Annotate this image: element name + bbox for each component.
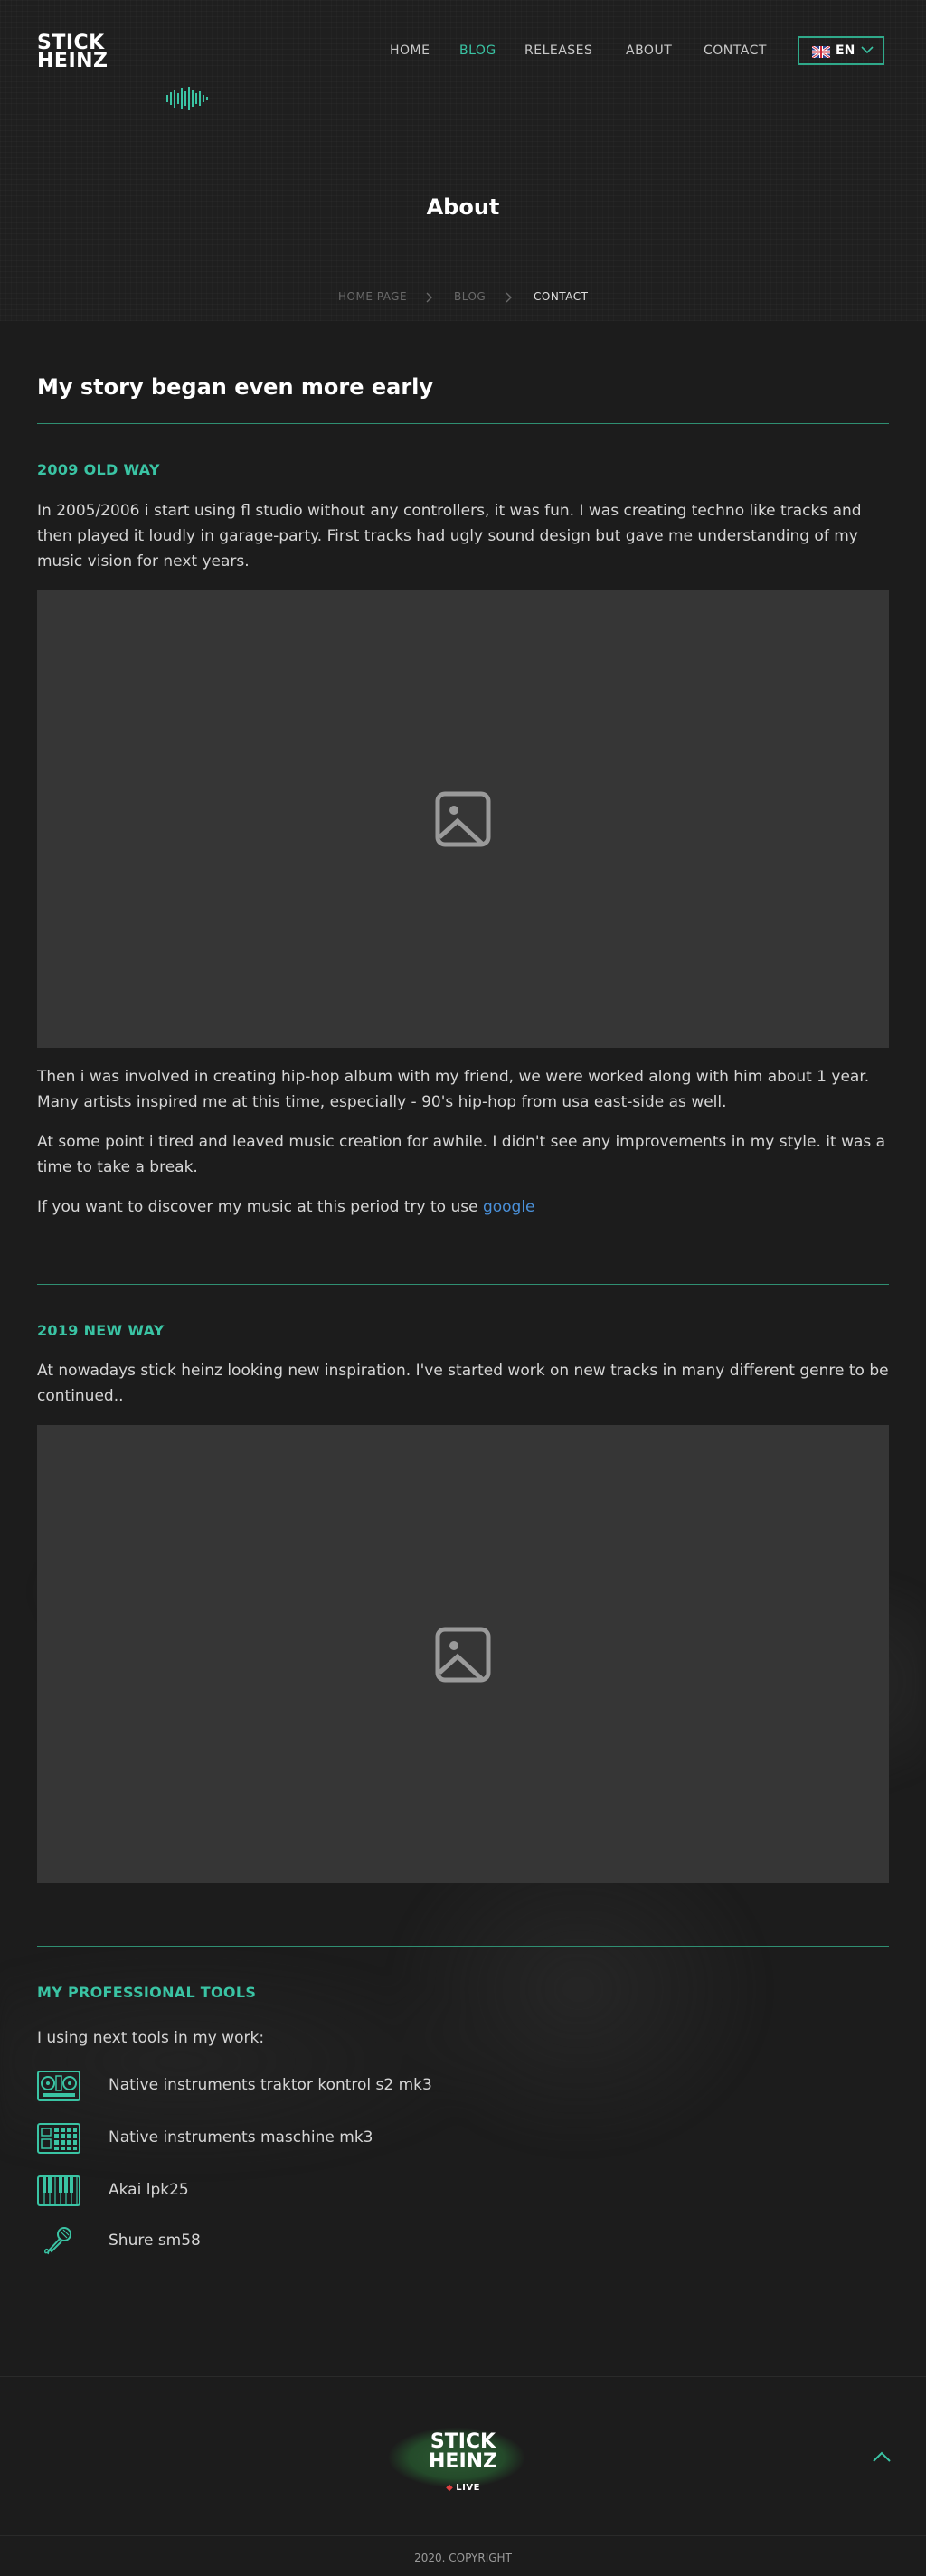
section-title-new-way: 2019 NEW WAY [37,1322,165,1339]
tool-label: Native instruments maschine mk3 [109,2128,373,2147]
nav-contact[interactable]: CONTACT [704,43,767,58]
dj-controller-icon [37,2071,80,2101]
tool-label: Native instruments traktor kontrol s2 mk… [109,2076,432,2094]
nav-about[interactable]: ABOUT [626,43,672,58]
sound-wave-icon [166,87,208,110]
microphone-icon [44,2227,71,2255]
link-sentence: If you want to discover my music at this… [37,1198,483,1216]
google-link[interactable]: google [483,1198,535,1216]
language-selector[interactable]: EN [798,36,884,65]
nav-releases[interactable]: RELEASES [524,43,592,58]
drum-pad-icon [37,2123,80,2154]
tool-item: Shure sm58 [37,2226,580,2259]
image-icon [435,791,491,846]
footer-logo[interactable]: STICK HEINZ [0,2432,926,2472]
tools-intro: I using next tools in my work: [37,2029,265,2047]
language-code: EN [836,43,855,58]
image-placeholder [37,590,889,1048]
keyboard-icon [37,2175,80,2206]
section-1-link-paragraph: If you want to discover my music at this… [37,1194,889,1220]
section-title-old-way: 2009 OLD WAY [37,461,160,478]
main-nav: HOME BLOG RELEASES ABOUT CONTACT [0,43,926,61]
breadcrumb-blog[interactable]: BLOG [454,290,486,303]
nav-home[interactable]: HOME [390,43,430,58]
tool-item: Native instruments maschine mk3 [37,2123,580,2156]
section-title-tools: MY PROFESSIONAL TOOLS [37,1984,257,2001]
breadcrumb: HOME PAGE BLOG CONTACT [0,290,926,305]
chevron-right-icon [506,292,512,303]
tool-item: Akai lpk25 [37,2175,580,2208]
live-label: LIVE [456,2483,480,2493]
image-icon [435,1627,491,1682]
copyright: 2020. COPYRIGHT [414,2552,512,2564]
page-title: About [426,194,500,220]
tool-label: Shure sm58 [109,2232,201,2250]
breadcrumb-current: CONTACT [534,290,589,303]
footer-divider [0,2376,926,2377]
live-dot-icon: ◆ [446,2483,454,2493]
story-heading: My story began even more early [37,374,434,400]
image-placeholder [37,1425,889,1883]
section-1-intro: In 2005/2006 i start using fl studio wit… [37,502,862,571]
breadcrumb-home[interactable]: HOME PAGE [338,290,407,303]
live-badge: ◆ LIVE [0,2483,926,2493]
footer-logo-line-2: HEINZ [429,2450,497,2473]
nav-blog[interactable]: BLOG [459,43,496,58]
footer-logo-line-1: STICK [430,2430,496,2453]
divider [37,1946,889,1947]
section-1-paragraph: At some point i tired and leaved music c… [37,1133,886,1176]
uk-flag-icon [812,46,830,58]
footer-divider [0,2535,926,2536]
chevron-down-icon [861,46,874,54]
section-2-intro: At nowadays stick heinz looking new insp… [37,1362,889,1405]
divider [37,423,889,424]
tool-item: Native instruments traktor kontrol s2 mk… [37,2071,580,2103]
section-1-paragraph: Then i was involved in creating hip-hop … [37,1068,870,1111]
divider [37,1284,889,1285]
scroll-to-top-icon[interactable] [872,2450,892,2463]
chevron-right-icon [426,292,432,303]
tool-label: Akai lpk25 [109,2181,189,2199]
